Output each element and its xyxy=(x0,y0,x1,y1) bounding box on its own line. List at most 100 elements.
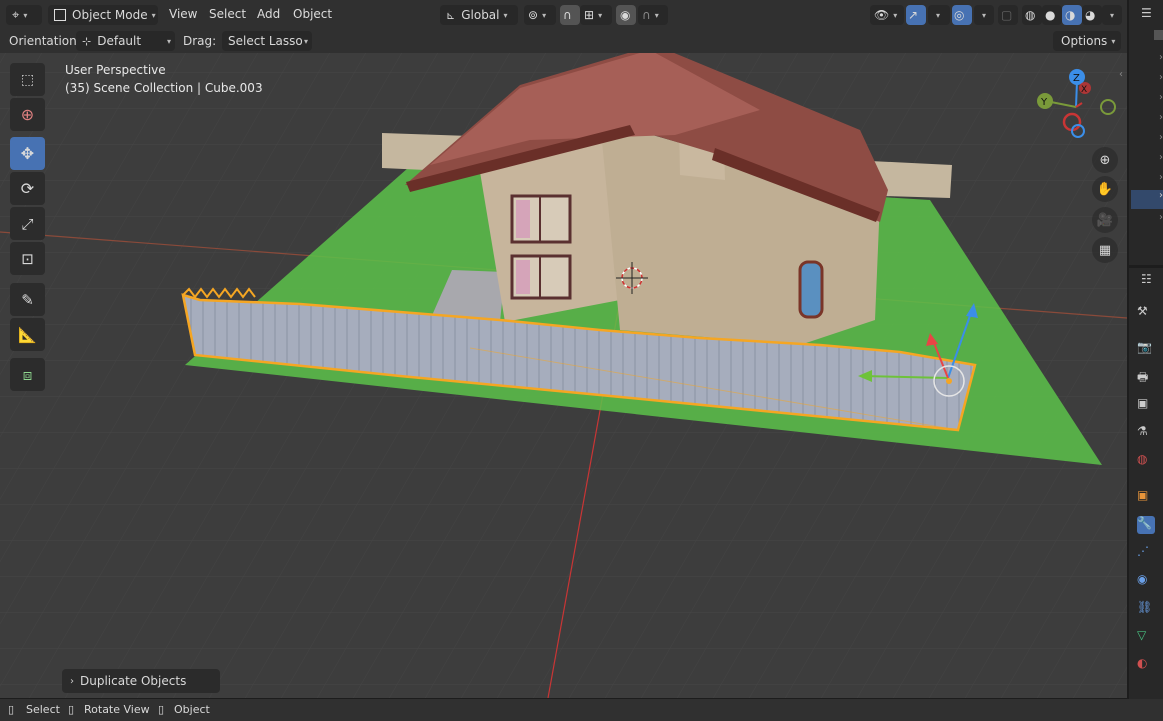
gizmo-y-label: Y xyxy=(1040,97,1048,108)
shading-solid[interactable]: ● xyxy=(1042,5,1062,25)
pivot-dropdown[interactable]: ⊚ ▾ xyxy=(524,5,556,25)
operator-name: Duplicate Objects xyxy=(80,674,187,688)
outliner-filter-icon[interactable] xyxy=(1154,30,1163,40)
outliner-row[interactable]: › xyxy=(1131,172,1163,191)
status-bar: ▯ Select ▯ Rotate View ▯ Object xyxy=(0,699,1163,721)
snap-toggle[interactable]: ∩ xyxy=(560,5,580,25)
editor-type-icon: ⌖ xyxy=(12,7,20,23)
overlays-dropdown[interactable]: ▾ xyxy=(974,5,994,25)
axis-icon: ⊹ xyxy=(82,34,92,48)
navigation-gizmo[interactable]: Z X Y xyxy=(1030,65,1120,140)
output-props-icon[interactable]: 🖶 xyxy=(1137,368,1155,386)
gizmo-dropdown[interactable]: ▾ xyxy=(928,5,950,25)
tool-rotate[interactable]: ⟳ xyxy=(10,172,45,205)
cursor-icon: ⊕ xyxy=(20,105,35,124)
proportional-edit-icon: ◉ xyxy=(620,8,631,22)
outliner-row[interactable]: › xyxy=(1131,92,1163,111)
outliner-editor-icon[interactable]: ☰ xyxy=(1141,6,1152,20)
object-props-icon[interactable]: ▣ xyxy=(1137,488,1155,506)
modifier-props-icon[interactable]: 🔧 xyxy=(1137,516,1155,534)
shading-material[interactable]: ◑ xyxy=(1062,5,1082,25)
camera-view-button[interactable]: 🎥 xyxy=(1092,207,1118,233)
orientation-label: Global xyxy=(461,8,500,22)
zoom-button[interactable]: ⊕ xyxy=(1092,147,1118,173)
mouse-left-icon: ▯ xyxy=(8,703,15,716)
viewport-header: ⌖ ▾ Object Mode ▾ View Select Add Object … xyxy=(0,0,1127,30)
mode-label: Object Mode xyxy=(72,8,148,22)
tool-cursor[interactable]: ⊕ xyxy=(10,98,45,131)
outliner-row[interactable]: › xyxy=(1131,72,1163,91)
tool-move[interactable]: ✥ xyxy=(10,137,45,170)
outliner-row[interactable]: › xyxy=(1131,132,1163,151)
editor-type-button[interactable]: ⌖ ▾ xyxy=(6,5,42,25)
orientation-label: Orientation: xyxy=(9,34,81,48)
outliner-row[interactable]: › xyxy=(1131,112,1163,131)
outliner-row[interactable]: › xyxy=(1131,212,1163,231)
ortho-toggle-button[interactable]: ▦ xyxy=(1092,237,1118,263)
xray-toggle[interactable]: ▢ xyxy=(998,5,1018,25)
outliner-row-selected[interactable]: › xyxy=(1131,190,1163,209)
gizmo-z-label: Z xyxy=(1073,73,1080,84)
chevron-right-icon: › xyxy=(70,675,74,687)
visibility-dropdown[interactable]: 👁 ▾ xyxy=(870,5,904,25)
status-rotate-view: Rotate View xyxy=(84,703,150,716)
sidebar-toggle[interactable]: ‹ xyxy=(1119,69,1123,80)
status-object: Object xyxy=(174,703,210,716)
tool-scale[interactable]: ⤢ xyxy=(10,207,45,240)
status-select: Select xyxy=(26,703,60,716)
last-operator-panel[interactable]: › Duplicate Objects xyxy=(62,669,220,693)
gizmo-toggle[interactable]: ↗ xyxy=(906,5,926,25)
shading-rendered[interactable]: ◕ xyxy=(1082,5,1102,25)
physics-props-icon[interactable]: ◉ xyxy=(1137,572,1155,590)
solid-sphere-icon: ● xyxy=(1045,8,1056,22)
3d-viewport[interactable]: User Perspective (35) Scene Collection |… xyxy=(0,53,1127,698)
particles-props-icon[interactable]: ⋰ xyxy=(1137,544,1155,562)
outliner-row[interactable]: › xyxy=(1131,152,1163,171)
mouse-right-icon: ▯ xyxy=(158,703,165,716)
shading-wireframe[interactable]: ◍ xyxy=(1022,5,1042,25)
gizmo-icon: ↗ xyxy=(908,8,919,22)
pan-button[interactable]: ✋ xyxy=(1092,176,1118,202)
data-props-icon[interactable]: ▽ xyxy=(1137,628,1155,646)
render-props-icon[interactable]: 📷 xyxy=(1137,340,1155,358)
world-props-icon[interactable]: ◍ xyxy=(1137,452,1155,470)
chevron-down-icon: ▾ xyxy=(151,10,156,20)
tool-transform[interactable]: ⊡ xyxy=(10,242,45,275)
overlays-toggle[interactable]: ◎ xyxy=(952,5,972,25)
shading-dropdown[interactable]: ▾ xyxy=(1102,5,1122,25)
drag-dropdown[interactable]: Select Lasso ▾ xyxy=(222,31,312,51)
properties-editor-icon[interactable]: ☷ xyxy=(1141,272,1152,286)
view-layer-props-icon[interactable]: ▣ xyxy=(1137,396,1155,414)
menu-select[interactable]: Select xyxy=(209,7,246,21)
tool-select-box[interactable]: ⬚ xyxy=(10,63,45,96)
transform-orientation-dropdown[interactable]: ⊾ Global ▾ xyxy=(440,5,518,25)
constraints-props-icon[interactable]: ⛓ xyxy=(1137,600,1155,618)
measure-icon: 📐 xyxy=(18,325,37,344)
menu-object[interactable]: Object xyxy=(293,7,332,21)
tool-annotate[interactable]: ✎ xyxy=(10,283,45,316)
material-sphere-icon: ◑ xyxy=(1065,8,1076,22)
outliner-row[interactable]: › xyxy=(1131,52,1163,71)
falloff-dropdown[interactable]: ∩ ▾ xyxy=(638,5,668,25)
drag-value: Select Lasso xyxy=(228,34,303,48)
tool-props-icon[interactable]: ⚒ xyxy=(1137,304,1155,322)
material-props-icon[interactable]: ◐ xyxy=(1137,656,1155,674)
menu-view[interactable]: View xyxy=(169,7,197,21)
tool-measure[interactable]: 📐 xyxy=(10,318,45,351)
wireframe-sphere-icon: ◍ xyxy=(1025,8,1036,22)
scene-props-icon[interactable]: ⚗ xyxy=(1137,424,1155,442)
options-dropdown[interactable]: Options ▾ xyxy=(1053,31,1121,51)
proportional-edit-toggle[interactable]: ◉ xyxy=(616,5,636,25)
orientation-dropdown[interactable]: ⊹ Default ▾ xyxy=(76,31,175,51)
rotate-icon: ⟳ xyxy=(20,179,35,198)
options-label: Options xyxy=(1061,34,1108,48)
rendered-sphere-icon: ◕ xyxy=(1085,8,1096,22)
object-origin xyxy=(946,378,952,384)
orientation-value: Default xyxy=(97,34,142,48)
scene-render[interactable] xyxy=(0,53,1127,698)
menu-add[interactable]: Add xyxy=(257,7,280,21)
mode-dropdown[interactable]: Object Mode ▾ xyxy=(48,5,158,25)
tool-add-cube[interactable]: ⧈ xyxy=(10,358,45,391)
snap-target-dropdown[interactable]: ⊞ ▾ xyxy=(580,5,612,25)
pivot-icon: ⊚ xyxy=(528,8,539,22)
